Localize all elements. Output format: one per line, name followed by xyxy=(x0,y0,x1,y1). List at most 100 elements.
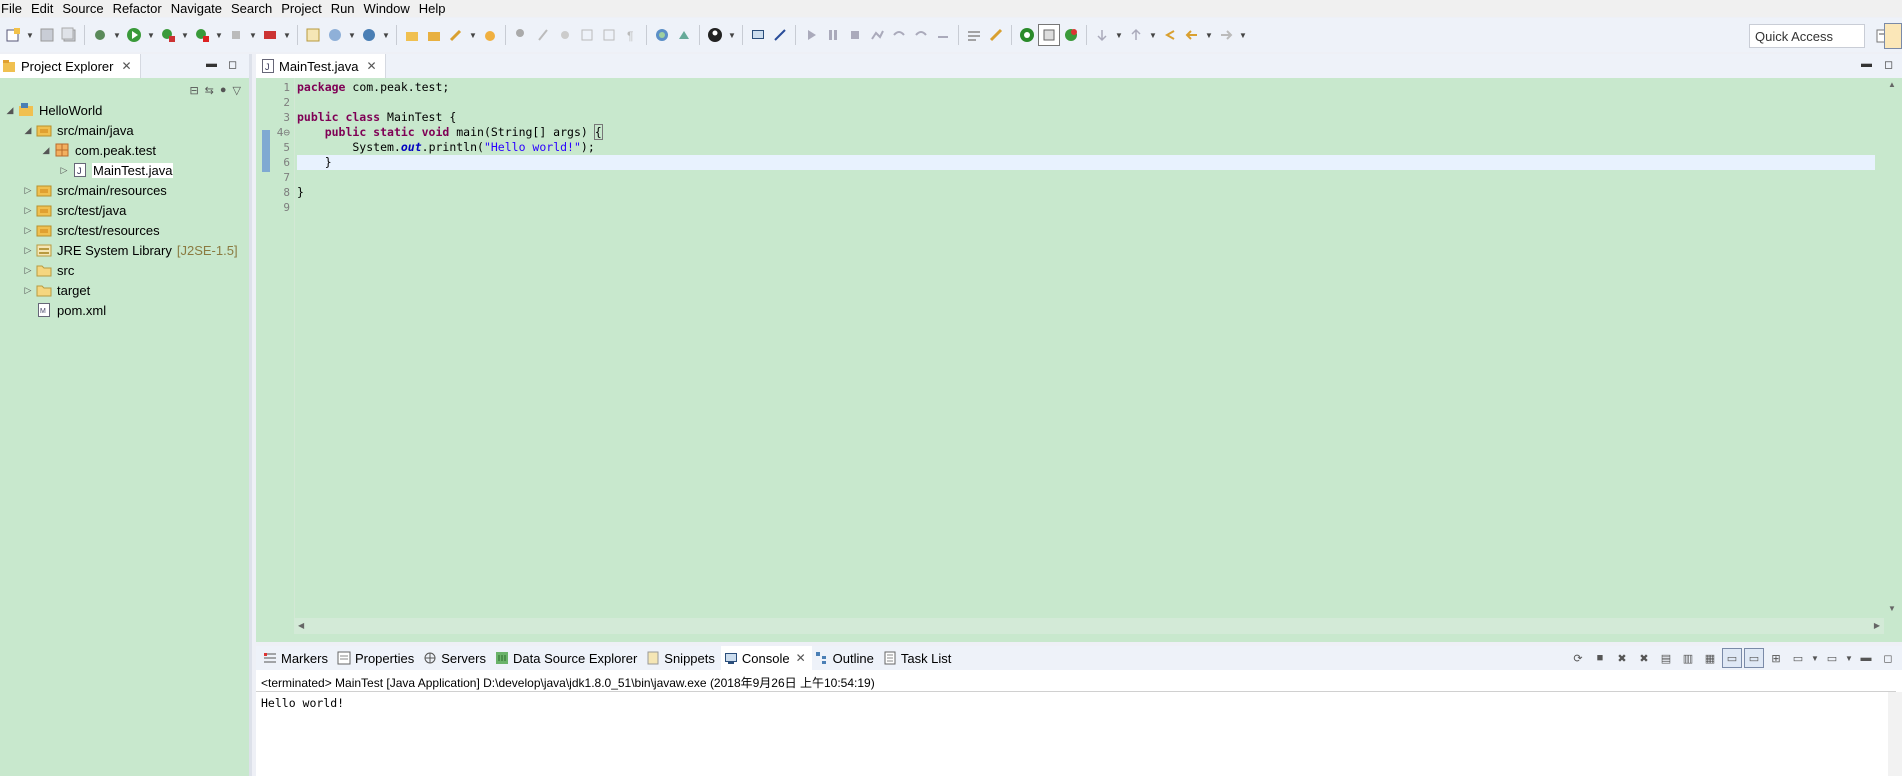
tree-item[interactable]: ▷ target xyxy=(0,280,249,300)
search-icon[interactable] xyxy=(445,24,467,46)
tree-item[interactable]: ◢ src/main/java xyxy=(0,120,249,140)
menu-source[interactable]: Source xyxy=(62,0,110,17)
new-class-dropdown-icon[interactable]: ▼ xyxy=(380,24,392,46)
run-dropdown-icon[interactable]: ▼ xyxy=(145,24,157,46)
next-annotation-dropdown-icon[interactable]: ▼ xyxy=(1113,24,1125,46)
suspend-icon[interactable] xyxy=(822,24,844,46)
close-icon[interactable]: ✕ xyxy=(796,651,806,665)
web-browser-icon[interactable] xyxy=(651,24,673,46)
search-dropdown-icon[interactable]: ▼ xyxy=(467,24,479,46)
tab-servers[interactable]: Servers xyxy=(420,646,492,670)
tree-item[interactable]: ◢ com.peak.test xyxy=(0,140,249,160)
external-tools-icon[interactable] xyxy=(191,24,213,46)
toggle-ant-mark-icon[interactable] xyxy=(510,24,532,46)
clear-console-icon[interactable]: ▤ xyxy=(1656,648,1676,668)
next-annotation-icon[interactable] xyxy=(1091,24,1113,46)
open-console-icon[interactable]: ▭ xyxy=(1822,648,1842,668)
external-tools-dropdown-icon[interactable]: ▼ xyxy=(213,24,225,46)
pin-console-icon[interactable]: ⊞ xyxy=(1766,648,1786,668)
new-class-icon[interactable] xyxy=(358,24,380,46)
minimize-icon[interactable]: ▬ xyxy=(206,58,217,70)
forward-icon[interactable] xyxy=(1215,24,1237,46)
user-icon[interactable] xyxy=(704,24,726,46)
remove-all-terminated-icon[interactable]: ✖ xyxy=(1634,648,1654,668)
open-type-icon[interactable] xyxy=(401,24,423,46)
view-menu-icon[interactable]: ▽ xyxy=(233,84,241,97)
focus-icon[interactable]: ● xyxy=(220,84,227,96)
open-resource-icon[interactable] xyxy=(423,24,445,46)
new-package-dropdown-icon[interactable]: ▼ xyxy=(346,24,358,46)
menu-file[interactable]: File xyxy=(1,0,29,17)
close-icon[interactable]: ✕ xyxy=(366,59,376,73)
terminal-icon[interactable] xyxy=(747,24,769,46)
run-icon[interactable] xyxy=(123,24,145,46)
step-over-icon[interactable] xyxy=(910,24,932,46)
tab-project-explorer[interactable]: Project Explorer ✕ xyxy=(0,54,141,78)
open-console-dropdown-icon[interactable]: ▼ xyxy=(1844,648,1854,668)
spring-icon[interactable] xyxy=(1016,24,1038,46)
vertical-scrollbar[interactable]: ▲ ▼ xyxy=(1884,78,1902,618)
tab-snippets[interactable]: Snippets xyxy=(643,646,721,670)
expanded-arrow-icon[interactable]: ◢ xyxy=(40,145,52,156)
tree-item[interactable]: Mpom.xml xyxy=(0,300,249,320)
collapsed-arrow-icon[interactable]: ▷ xyxy=(22,185,34,196)
tab-outline[interactable]: Outline xyxy=(812,646,880,670)
terminate-icon[interactable]: ■ xyxy=(1590,648,1610,668)
new-dropdown-icon[interactable]: ▼ xyxy=(24,24,36,46)
word-wrap-icon[interactable]: ¶ xyxy=(620,24,642,46)
show-on-stderr-icon[interactable]: ▭ xyxy=(1744,648,1764,668)
forward-dropdown-icon[interactable]: ▼ xyxy=(1237,24,1249,46)
debug-dropdown-icon[interactable]: ▼ xyxy=(111,24,123,46)
open-task-icon[interactable] xyxy=(479,24,501,46)
menu-project[interactable]: Project xyxy=(281,0,328,17)
git-icon[interactable] xyxy=(673,24,695,46)
link-with-editor-icon[interactable]: ⇆ xyxy=(205,84,214,97)
stop-icon[interactable] xyxy=(225,24,247,46)
tree-item[interactable]: ▷ src/test/java xyxy=(0,200,249,220)
resume-icon[interactable] xyxy=(800,24,822,46)
step-return-icon[interactable] xyxy=(932,24,954,46)
maximize-icon[interactable]: ◻ xyxy=(1878,648,1898,668)
scroll-left-icon[interactable]: ◀ xyxy=(298,621,304,630)
display-console-icon[interactable]: ▭ xyxy=(1788,648,1808,668)
tree-item[interactable]: ▷ J MainTest.java xyxy=(0,160,249,180)
save-icon[interactable] xyxy=(36,24,58,46)
disconnect-icon[interactable] xyxy=(866,24,888,46)
display-console-dropdown-icon[interactable]: ▼ xyxy=(1810,648,1820,668)
menu-refactor[interactable]: Refactor xyxy=(113,0,169,17)
coverage-dropdown-icon[interactable]: ▼ xyxy=(179,24,191,46)
previous-annotation-icon[interactable] xyxy=(1125,24,1147,46)
java-ee-perspective-button[interactable] xyxy=(1884,23,1902,49)
menu-search[interactable]: Search xyxy=(231,0,279,17)
horizontal-scrollbar[interactable]: ◀ ▶ xyxy=(294,618,1884,634)
use-step-filters-icon[interactable] xyxy=(963,24,985,46)
back-dropdown-icon[interactable]: ▼ xyxy=(1203,24,1215,46)
toggle-highlight-icon[interactable] xyxy=(532,24,554,46)
coverage-icon[interactable] xyxy=(157,24,179,46)
tree-item[interactable]: ▷ JRE System Library [J2SE-1.5] xyxy=(0,240,249,260)
expanded-arrow-icon[interactable]: ◢ xyxy=(22,125,34,136)
build-dropdown-icon[interactable]: ▼ xyxy=(281,24,293,46)
code-editor[interactable]: package com.peak.test; public class Main… xyxy=(297,80,1875,215)
tab-markers[interactable]: Markers xyxy=(260,646,334,670)
run-last-tool-icon[interactable] xyxy=(985,24,1007,46)
collapsed-arrow-icon[interactable]: ▷ xyxy=(58,165,70,176)
tree-item[interactable]: ▷ src xyxy=(0,260,249,280)
back-icon[interactable] xyxy=(1181,24,1203,46)
terminate-icon[interactable] xyxy=(844,24,866,46)
tab-task-list[interactable]: Task List xyxy=(880,646,958,670)
word-wrap-icon[interactable]: ▦ xyxy=(1700,648,1720,668)
tab-data-source-explorer[interactable]: Data Source Explorer xyxy=(492,646,643,670)
scroll-lock-icon[interactable]: ▥ xyxy=(1678,648,1698,668)
scroll-right-icon[interactable]: ▶ xyxy=(1874,621,1880,630)
show-whitespace-icon[interactable] xyxy=(576,24,598,46)
close-icon[interactable]: ✕ xyxy=(121,59,131,73)
tree-item[interactable]: ▷ src/main/resources xyxy=(0,180,249,200)
menu-navigate[interactable]: Navigate xyxy=(171,0,229,17)
collapsed-arrow-icon[interactable]: ▷ xyxy=(22,245,34,256)
scroll-up-icon[interactable]: ▲ xyxy=(1888,80,1896,89)
tab-maintest-java[interactable]: J MainTest.java ✕ xyxy=(256,54,386,78)
collapsed-arrow-icon[interactable]: ▷ xyxy=(22,285,34,296)
minimize-icon[interactable]: ▬ xyxy=(1861,58,1872,70)
toggle-breadcrumb-icon[interactable] xyxy=(554,24,576,46)
